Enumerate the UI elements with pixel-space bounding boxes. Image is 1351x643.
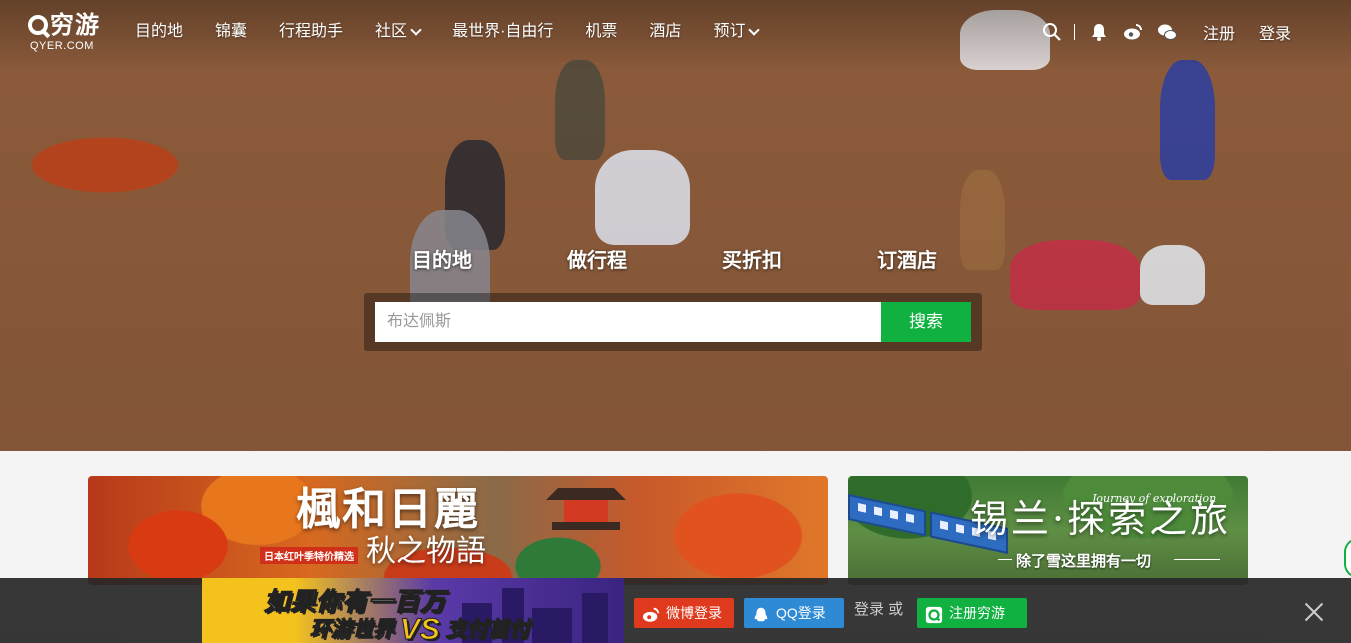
search-tab-deals[interactable]: 买折扣 [722,246,782,276]
banner-slogan: 除了雪这里拥有一切 [1016,553,1152,570]
nav-divider [1073,24,1075,40]
banner-title: 锡兰·探索之旅 [970,497,1232,541]
banner-subtitle: 秋之物語 [366,534,486,569]
nav-item-destinations[interactable]: 目的地 [135,20,183,44]
weibo-login-button[interactable]: 微博登录 [634,598,734,628]
search-input[interactable] [375,302,881,342]
login-or-text: 登录 或 [854,601,904,618]
nav-item-guides[interactable]: 锦囊 [215,20,247,44]
top-nav: 穷游 QYER.COM 目的地 锦囊 行程助手 社区 最世界·自由行 机票 酒店… [0,0,1351,64]
bell-icon[interactable] [1089,22,1109,42]
chevron-down-icon [748,23,761,36]
qyer-logo[interactable]: 穷游 QYER.COM [28,12,110,54]
weibo-icon[interactable] [1123,22,1143,42]
search-tabs: 目的地 做行程 买折扣 订酒店 [412,246,972,276]
qq-login-button[interactable]: QQ登录 [744,598,844,628]
search-tab-destination[interactable]: 目的地 [412,246,472,276]
wechat-icon[interactable] [1157,22,1177,42]
nav-item-hotels[interactable]: 酒店 [649,20,681,44]
pagoda-illustration [546,488,626,548]
ad-building [582,593,608,643]
banner-tag: 日本红叶季特价精选 [260,547,358,564]
login-bar-ad[interactable]: 如果你有一百万 环游世界 VS 支付首付 [202,578,624,643]
login-link[interactable]: 登录 [1259,20,1291,44]
search-icon[interactable] [1042,22,1062,42]
slogan-rule [998,559,1012,560]
register-qyer-button[interactable]: 注册穷游 [917,598,1027,628]
side-float-tab[interactable] [1344,538,1351,578]
ad-building [532,608,572,643]
logo-mark: 穷游 [28,12,110,40]
register-link[interactable]: 注册 [1203,20,1235,44]
search-button[interactable]: 搜索 [881,302,971,342]
close-icon[interactable] [1302,600,1326,624]
qq-penguin-icon [752,604,770,622]
nav-menu: 目的地 锦囊 行程助手 社区 最世界·自由行 机票 酒店 预订 [135,20,790,44]
hero-shade [0,0,1351,451]
nav-right: 注册 登录 [1028,20,1291,44]
hero-banner [0,0,1351,451]
search-tab-hotels[interactable]: 订酒店 [877,246,937,276]
nav-item-trip-planner[interactable]: 行程助手 [279,20,343,44]
qyer-q-icon [925,604,943,624]
banner-title: 楓和日麗 [296,484,480,535]
chevron-down-icon [410,23,422,36]
ad-subline: 环游世界 VS 支付首付 [310,613,531,643]
slogan-rule [1174,559,1220,560]
search-tab-itinerary[interactable]: 做行程 [567,246,627,276]
nav-item-booking[interactable]: 预订 [713,20,761,44]
logo-q-icon [28,15,48,35]
nav-item-independent-travel[interactable]: 最世界·自由行 [452,20,553,44]
promo-banner-japan-autumn[interactable]: 楓和日麗 日本红叶季特价精选 秋之物語 [88,476,828,585]
weibo-icon [642,604,660,622]
nav-item-community[interactable]: 社区 [375,20,422,44]
promo-banner-sri-lanka[interactable]: Journey of exploration 锡兰·探索之旅 除了雪这里拥有一切 [848,476,1248,585]
nav-item-flights[interactable]: 机票 [585,20,617,44]
logo-domain: QYER.COM [30,40,94,52]
